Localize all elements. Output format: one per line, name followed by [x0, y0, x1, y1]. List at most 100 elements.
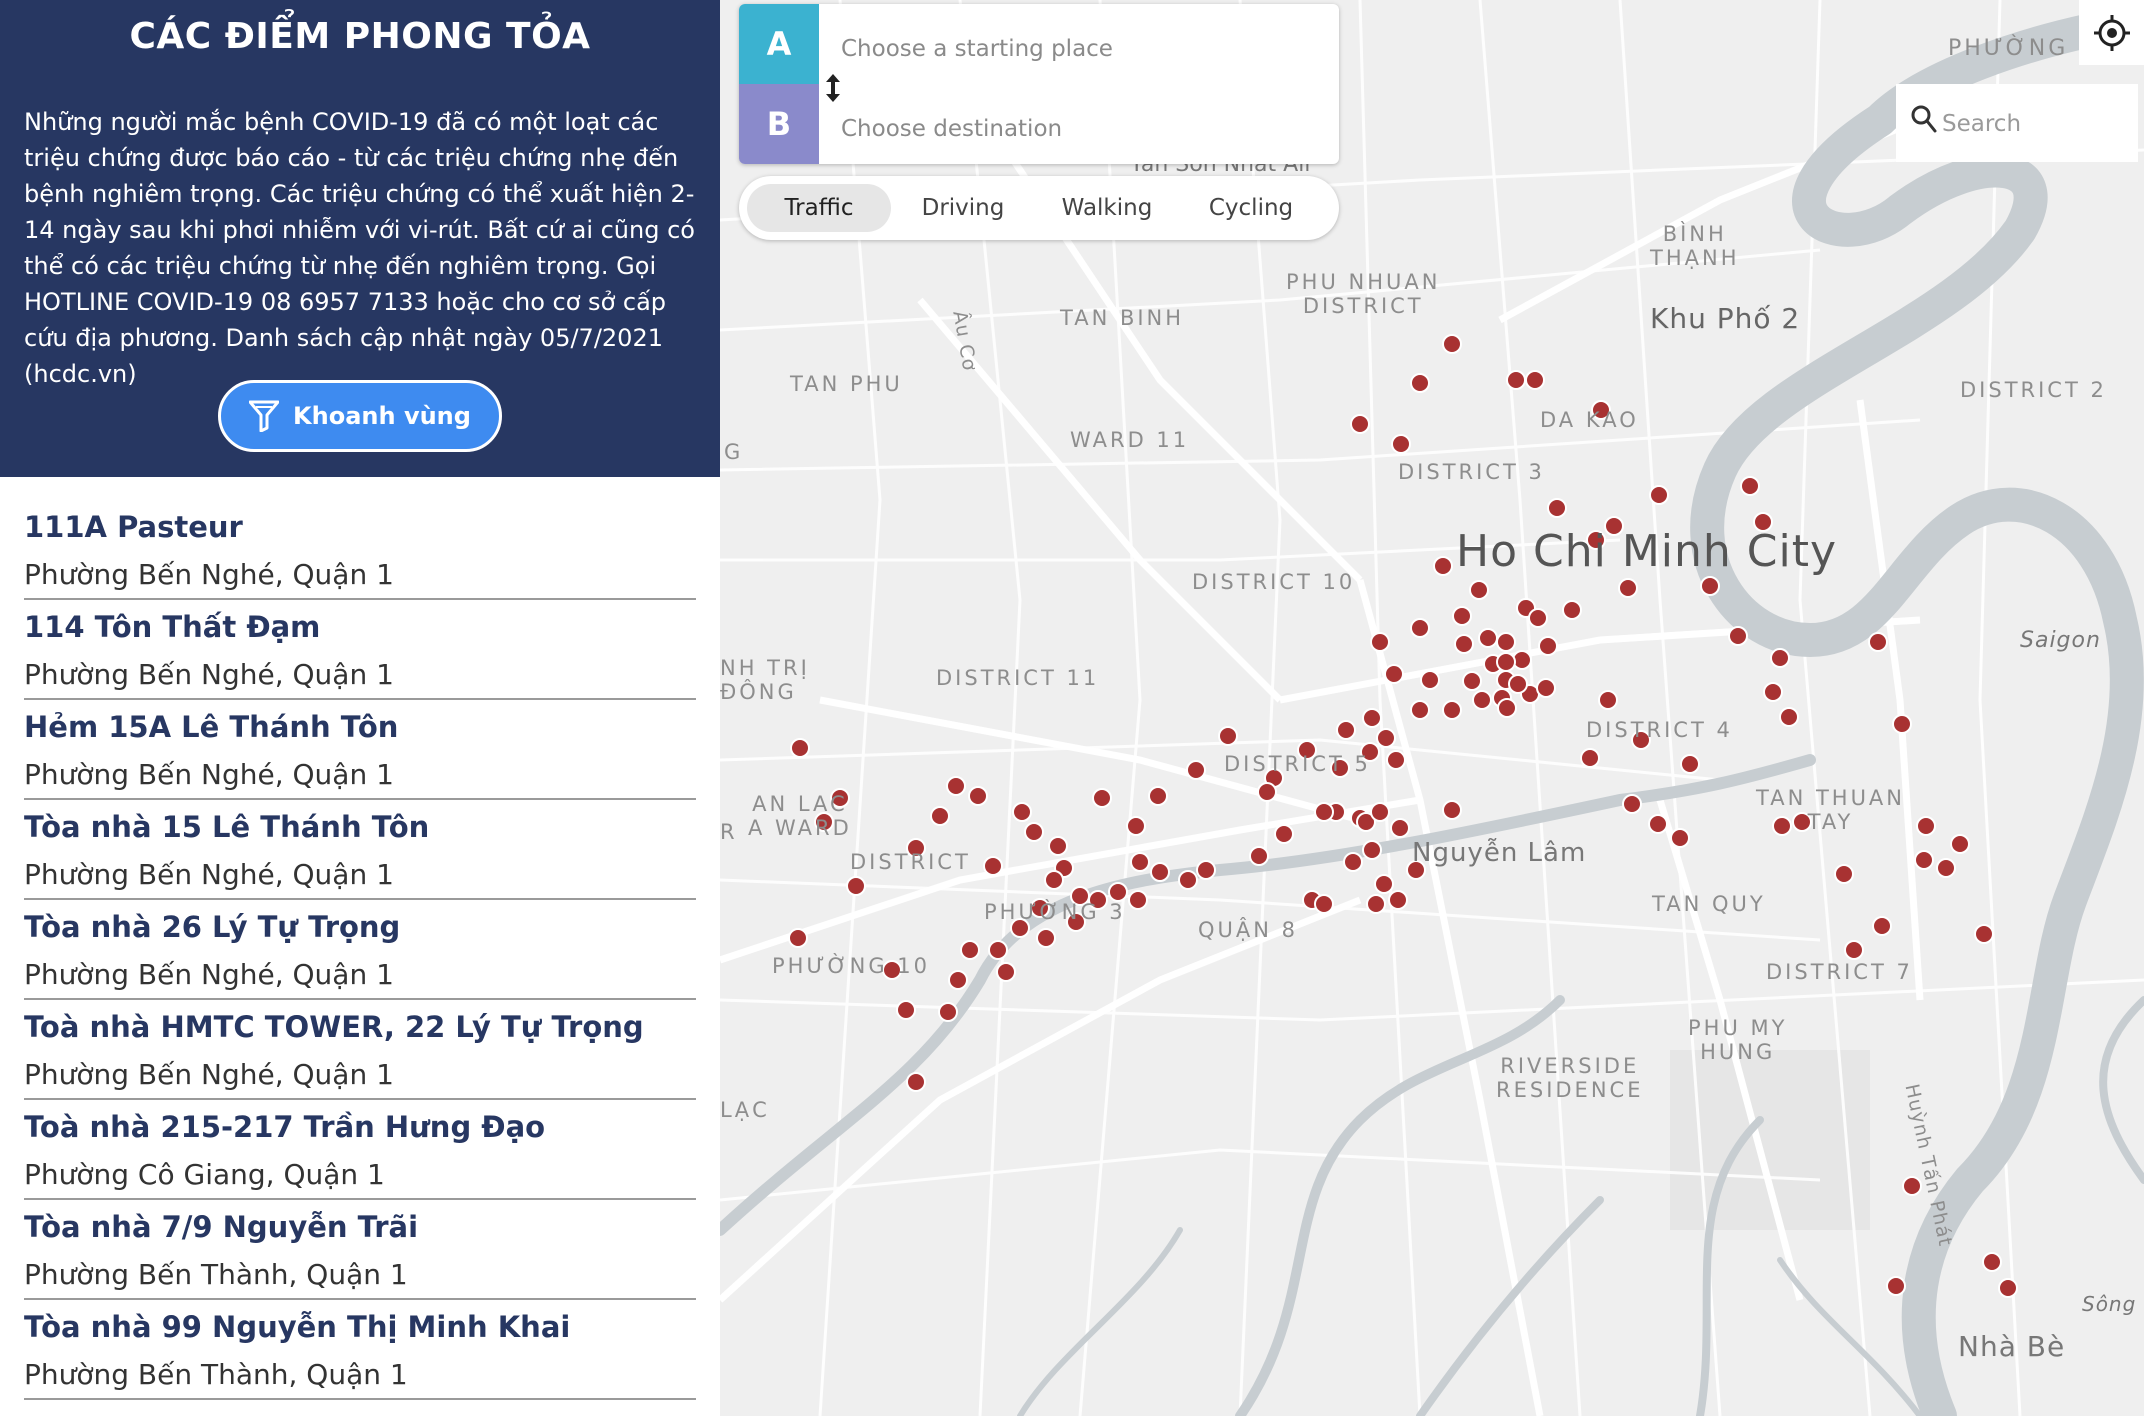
- case-marker[interactable]: [1536, 678, 1556, 698]
- case-marker[interactable]: [1580, 748, 1600, 768]
- case-marker[interactable]: [1148, 786, 1168, 806]
- case-marker[interactable]: [968, 786, 988, 806]
- profile-traffic[interactable]: Traffic: [747, 184, 891, 232]
- case-marker[interactable]: [1982, 1252, 2002, 1272]
- case-marker[interactable]: [1916, 816, 1936, 836]
- case-marker[interactable]: [1892, 714, 1912, 734]
- location-name[interactable]: 111A Pasteur: [24, 510, 243, 544]
- list-item[interactable]: 114 Tôn Thất Đạm Phường Bến Nghé, Quận 1: [24, 600, 696, 700]
- destination-input[interactable]: [839, 108, 1323, 150]
- case-marker[interactable]: [1680, 754, 1700, 774]
- case-marker[interactable]: [1196, 860, 1216, 880]
- case-marker[interactable]: [1343, 852, 1363, 872]
- case-marker[interactable]: [1036, 928, 1056, 948]
- case-marker[interactable]: [1868, 632, 1888, 652]
- case-marker[interactable]: [948, 970, 968, 990]
- case-marker[interactable]: [1249, 846, 1269, 866]
- case-marker[interactable]: [988, 940, 1008, 960]
- case-marker[interactable]: [1128, 890, 1148, 910]
- case-marker[interactable]: [1410, 373, 1430, 393]
- case-marker[interactable]: [1728, 626, 1748, 646]
- list-item[interactable]: Hẻm 15A Lê Thánh Tôn Phường Bến Nghé, Qu…: [24, 700, 696, 800]
- case-marker[interactable]: [1886, 1276, 1906, 1296]
- case-marker[interactable]: [1092, 788, 1112, 808]
- case-marker[interactable]: [946, 776, 966, 796]
- case-marker[interactable]: [1622, 794, 1642, 814]
- case-marker[interactable]: [1388, 890, 1408, 910]
- profile-driving[interactable]: Driving: [891, 184, 1035, 232]
- case-marker[interactable]: [1366, 894, 1386, 914]
- case-marker[interactable]: [1150, 862, 1170, 882]
- case-marker[interactable]: [1950, 834, 1970, 854]
- case-marker[interactable]: [1410, 618, 1430, 638]
- case-marker[interactable]: [1370, 802, 1390, 822]
- location-name[interactable]: Tòa nhà 99 Nguyễn Thị Minh Khai: [24, 1310, 570, 1344]
- case-marker[interactable]: [1936, 858, 1956, 878]
- case-marker[interactable]: [1362, 708, 1382, 728]
- case-marker[interactable]: [1454, 634, 1474, 654]
- case-marker[interactable]: [1496, 632, 1516, 652]
- case-marker[interactable]: [996, 962, 1016, 982]
- reverse-icon[interactable]: [821, 72, 845, 104]
- case-marker[interactable]: [1598, 690, 1618, 710]
- case-marker[interactable]: [790, 738, 810, 758]
- case-marker[interactable]: [1126, 816, 1146, 836]
- location-name[interactable]: Toà nhà 215-217 Trần Hưng Đạo: [24, 1110, 545, 1144]
- case-marker[interactable]: [1902, 1176, 1922, 1196]
- filter-button[interactable]: Khoanh vùng: [218, 380, 502, 452]
- case-marker[interactable]: [938, 1002, 958, 1022]
- list-item[interactable]: Tòa nhà 26 Lý Tự Trọng Phường Bến Nghé, …: [24, 900, 696, 1000]
- location-name[interactable]: Tòa nhà 15 Lê Thánh Tôn: [24, 810, 429, 844]
- case-marker[interactable]: [1442, 334, 1462, 354]
- case-marker[interactable]: [1218, 726, 1238, 746]
- case-marker[interactable]: [1779, 707, 1799, 727]
- case-marker[interactable]: [1700, 576, 1720, 596]
- case-marker[interactable]: [1391, 434, 1411, 454]
- case-marker[interactable]: [1770, 648, 1790, 668]
- list-item[interactable]: Toà nhà 215-217 Trần Hưng Đạo Phường Cô …: [24, 1100, 696, 1200]
- case-marker[interactable]: [1670, 828, 1690, 848]
- case-marker[interactable]: [846, 876, 866, 896]
- case-marker[interactable]: [1649, 485, 1669, 505]
- location-name[interactable]: Toà nhà HMTC TOWER, 22 Lý Tự Trọng: [24, 1010, 644, 1044]
- case-marker[interactable]: [1350, 414, 1370, 434]
- location-name[interactable]: 114 Tôn Thất Đạm: [24, 610, 320, 644]
- case-marker[interactable]: [1478, 628, 1498, 648]
- geolocate-button[interactable]: [2079, 0, 2144, 65]
- case-marker[interactable]: [1763, 682, 1783, 702]
- case-marker[interactable]: [1834, 864, 1854, 884]
- origin-input[interactable]: [839, 28, 1323, 70]
- profile-walking[interactable]: Walking: [1035, 184, 1179, 232]
- case-marker[interactable]: [1374, 874, 1394, 894]
- case-marker[interactable]: [1469, 580, 1489, 600]
- search-input[interactable]: [1940, 104, 2124, 144]
- case-marker[interactable]: [1178, 870, 1198, 890]
- case-marker[interactable]: [1024, 822, 1044, 842]
- case-marker[interactable]: [1410, 700, 1430, 720]
- case-marker[interactable]: [1452, 606, 1472, 626]
- case-marker[interactable]: [1497, 698, 1517, 718]
- case-marker[interactable]: [1998, 1278, 2018, 1298]
- case-marker[interactable]: [1648, 814, 1668, 834]
- location-name[interactable]: Tòa nhà 26 Lý Tự Trọng: [24, 910, 400, 944]
- case-marker[interactable]: [1618, 578, 1638, 598]
- case-marker[interactable]: [1562, 600, 1582, 620]
- case-marker[interactable]: [896, 1000, 916, 1020]
- location-name[interactable]: Tòa nhà 7/9 Nguyễn Trãi: [24, 1210, 418, 1244]
- case-marker[interactable]: [906, 1072, 926, 1092]
- map[interactable]: PHƯỜNG 28 Tân Sơn Nhất Air BÌNH THẠNH PH…: [720, 0, 2144, 1416]
- case-marker[interactable]: [1872, 916, 1892, 936]
- case-marker[interactable]: [1442, 700, 1462, 720]
- case-marker[interactable]: [1433, 556, 1453, 576]
- case-marker[interactable]: [788, 928, 808, 948]
- list-item[interactable]: Tòa nhà 99 Nguyễn Thị Minh Khai Phường B…: [24, 1300, 696, 1400]
- case-marker[interactable]: [1506, 370, 1526, 390]
- case-marker[interactable]: [1130, 852, 1150, 872]
- case-marker[interactable]: [1525, 370, 1545, 390]
- case-marker[interactable]: [1528, 608, 1548, 628]
- list-item[interactable]: Tòa nhà 15 Lê Thánh Tôn Phường Bến Nghé,…: [24, 800, 696, 900]
- case-marker[interactable]: [1376, 728, 1396, 748]
- case-marker[interactable]: [960, 940, 980, 960]
- case-marker[interactable]: [1462, 671, 1482, 691]
- profile-cycling[interactable]: Cycling: [1179, 184, 1323, 232]
